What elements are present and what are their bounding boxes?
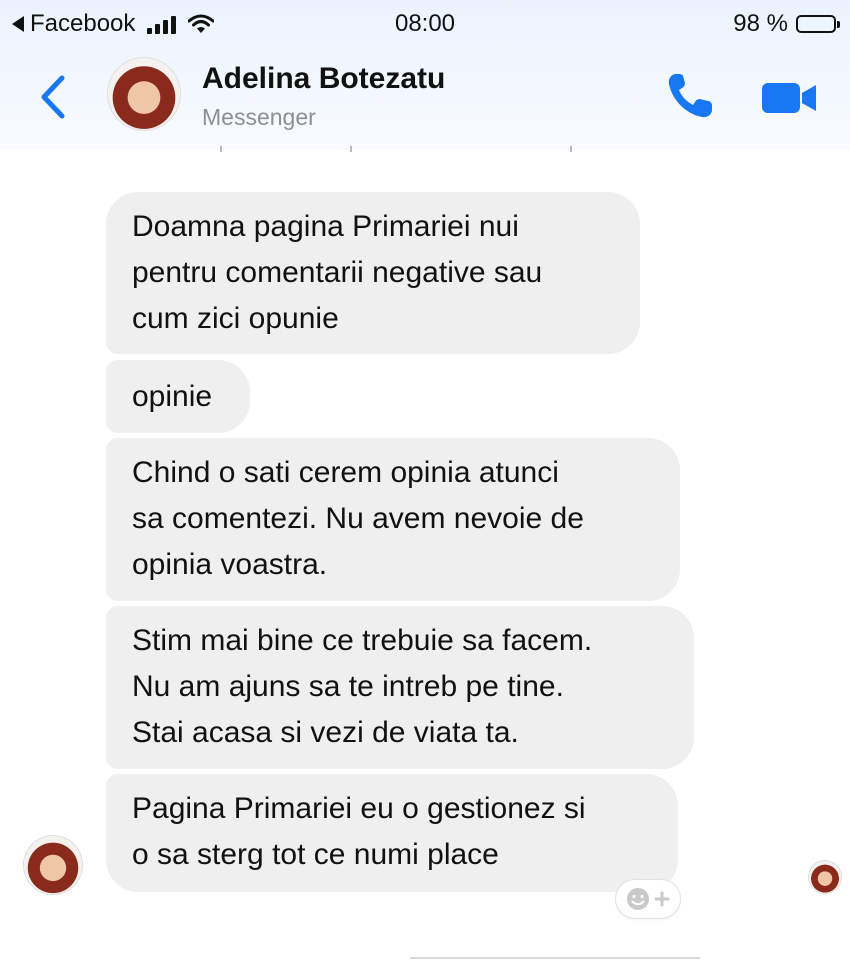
message-bubble[interactable]: opinie (106, 360, 250, 433)
add-reaction-button[interactable] (616, 880, 680, 918)
message-bubble[interactable]: Chind o sati cerem opinia atunci sa come… (106, 438, 680, 601)
phone-icon[interactable] (664, 70, 716, 122)
video-camera-icon[interactable] (760, 78, 820, 118)
status-bar: Facebook 08:00 98 % (0, 6, 850, 40)
previous-message-cutoff (220, 146, 580, 152)
battery-status: 98 % (733, 10, 840, 38)
read-receipt-avatar (809, 861, 841, 893)
smiley-plus-icon (627, 888, 670, 910)
back-chevron-icon[interactable] (34, 72, 74, 122)
battery-icon (796, 15, 840, 33)
message-bubble[interactable]: Pagina Primariei eu o gestionez si o sa … (106, 774, 678, 892)
battery-percent: 98 % (733, 10, 788, 37)
message-bubble[interactable]: Doamna pagina Primariei nui pentru comen… (106, 192, 640, 354)
chat-header: Adelina Botezatu Messenger (0, 52, 850, 142)
contact-subtitle: Messenger (202, 104, 316, 130)
sender-avatar[interactable] (24, 836, 82, 894)
clock: 08:00 (394, 10, 456, 37)
message-bubble[interactable]: Stim mai bine ce trebuie sa facem. Nu am… (106, 606, 694, 769)
contact-avatar[interactable] (108, 58, 180, 130)
contact-name[interactable]: Adelina Botezatu (202, 62, 445, 96)
home-indicator (410, 957, 700, 959)
